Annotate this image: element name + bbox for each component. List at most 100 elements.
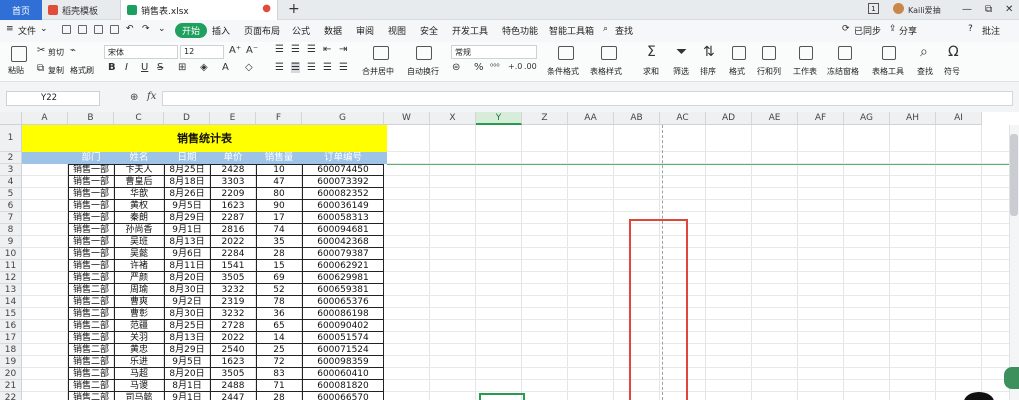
rows-columns-icon[interactable] (762, 46, 776, 60)
border-icon[interactable]: ⊞ (178, 62, 186, 73)
row-header-14[interactable]: 14 (0, 296, 22, 308)
column-header-af[interactable]: AF (798, 112, 844, 125)
format-icon[interactable] (732, 46, 746, 60)
column-header-f[interactable]: F (256, 112, 302, 125)
fill-color-icon[interactable]: ◈ (200, 62, 208, 73)
row-header-19[interactable]: 19 (0, 356, 22, 368)
spreadsheet-grid[interactable]: A B C D E F G W X Y Z AA AB AC AD AE AF AG AH AI 1 2 3 4 5 6 7 8 9 10… (0, 112, 1019, 400)
table-cell[interactable]: 销售二部 (68, 392, 114, 400)
new-tab-button[interactable]: + (288, 1, 300, 17)
indent-increase-icon[interactable]: ⇥ (339, 44, 347, 55)
merge-center-button[interactable]: 合并居中 (362, 66, 394, 77)
find-icon[interactable]: ⌕ (920, 44, 928, 60)
row-header-21[interactable]: 21 (0, 380, 22, 392)
align-bottom-icon[interactable]: ☰ (307, 44, 316, 55)
redo-icon[interactable]: ↷ (142, 24, 150, 34)
select-all-corner[interactable] (0, 112, 22, 125)
align-left-icon[interactable]: ☰ (275, 62, 284, 73)
increase-decimal-icon[interactable]: +.0 (508, 62, 522, 71)
table-cell[interactable]: 9月1日 (164, 392, 210, 400)
cut-button[interactable]: 剪切 (48, 47, 64, 58)
table-cell[interactable]: 司马懿 (114, 392, 164, 400)
hamburger-icon[interactable]: ≡ (6, 24, 14, 34)
help-button[interactable]: ? (968, 24, 973, 34)
save-icon[interactable] (62, 25, 71, 34)
paste-icon[interactable] (11, 46, 27, 62)
merge-center-icon[interactable] (373, 46, 389, 60)
find-button[interactable]: 查找 (917, 66, 933, 77)
table-tools-button[interactable]: 表格工具 (872, 66, 904, 77)
tab-view[interactable]: 视图 (388, 24, 406, 37)
tab-smart-toolbox[interactable]: 智能工具箱 (549, 24, 594, 37)
row-header-20[interactable]: 20 (0, 368, 22, 380)
name-box[interactable]: Y22 (6, 91, 100, 106)
column-header-ag[interactable]: AG (844, 112, 890, 125)
print-icon[interactable] (94, 25, 103, 34)
table-style-button[interactable]: 表格样式 (590, 66, 622, 77)
scissors-icon[interactable]: ✂ (37, 45, 45, 56)
grow-font-button[interactable]: A⁺ (229, 45, 241, 56)
scrollbar-thumb[interactable] (1010, 134, 1018, 216)
restore-button[interactable]: ⧉ (985, 2, 992, 16)
font-color-icon[interactable]: A (222, 62, 229, 73)
align-top-icon[interactable]: ☰ (275, 44, 284, 55)
export-icon[interactable] (78, 25, 87, 34)
tab-special[interactable]: 特色功能 (502, 24, 538, 37)
freeze-panes-button[interactable]: 冻结窗格 (827, 66, 859, 77)
table-tools-icon[interactable] (882, 46, 896, 60)
sort-icon[interactable]: ⇅ (703, 44, 715, 60)
print-preview-icon[interactable] (110, 25, 119, 34)
close-tab-icon[interactable]: ● (262, 3, 271, 14)
column-header-w[interactable]: W (384, 112, 430, 125)
table-cell[interactable]: 2447 (210, 392, 256, 400)
column-header-ah[interactable]: AH (890, 112, 936, 125)
brush-icon[interactable]: ⌁ (70, 45, 76, 56)
align-right-icon[interactable]: ☰ (307, 62, 316, 73)
column-header-aa[interactable]: AA (568, 112, 614, 125)
chevron-down-icon[interactable]: ⌄ (40, 24, 48, 34)
format-painter-button[interactable]: 格式刷 (70, 65, 94, 76)
sheet-title[interactable]: 销售统计表 (22, 125, 387, 152)
wrap-text-button[interactable]: 自动换行 (407, 66, 439, 77)
menu-file[interactable]: 文件 (18, 24, 36, 37)
column-header-b[interactable]: B (68, 112, 114, 125)
column-header-d[interactable]: D (164, 112, 210, 125)
conditional-format-button[interactable]: 条件格式 (547, 66, 579, 77)
column-header-c[interactable]: C (114, 112, 164, 125)
tab-page-layout[interactable]: 页面布局 (244, 24, 280, 37)
share-icon[interactable]: ⇪ (889, 24, 897, 34)
paste-button[interactable]: 粘贴 (8, 65, 24, 76)
table-cell[interactable]: 600066570 (302, 392, 384, 400)
shrink-font-button[interactable]: A⁻ (246, 45, 258, 56)
floating-assistant-button[interactable] (1004, 367, 1019, 389)
row-header-10[interactable]: 10 (0, 248, 22, 260)
tab-dev-tools[interactable]: 开发工具 (452, 24, 488, 37)
font-name-select[interactable]: 宋体 (104, 45, 178, 59)
row-header-15[interactable]: 15 (0, 308, 22, 320)
tab-review[interactable]: 审阅 (356, 24, 374, 37)
column-header-ad[interactable]: AD (706, 112, 752, 125)
conditional-format-icon[interactable] (558, 46, 574, 60)
align-middle-icon[interactable]: ☰ (291, 44, 300, 55)
distribute-icon[interactable]: ☰ (339, 62, 348, 73)
menu-search[interactable]: 查找 (615, 24, 633, 37)
table-header-cell[interactable]: 订单编号 (302, 152, 384, 164)
strikethrough-icon[interactable]: S̶ (157, 62, 163, 73)
selected-cell[interactable] (479, 393, 525, 400)
window-count-badge[interactable]: 1 (868, 3, 879, 14)
table-header-cell[interactable]: 销售量 (256, 152, 302, 164)
row-header-5[interactable]: 5 (0, 188, 22, 200)
rows-columns-button[interactable]: 行和列 (757, 66, 781, 77)
row-header-11[interactable]: 11 (0, 260, 22, 272)
column-header-a[interactable]: A (22, 112, 68, 125)
sync-status[interactable]: 已同步 (854, 24, 881, 37)
share-button[interactable]: 分享 (899, 24, 917, 37)
column-header-z[interactable]: Z (522, 112, 568, 125)
row-header-6[interactable]: 6 (0, 200, 22, 212)
table-style-icon[interactable] (601, 46, 617, 60)
user-name[interactable]: Kaili爱抽 (908, 3, 941, 17)
row-header-3[interactable]: 3 (0, 164, 22, 176)
worksheet-icon[interactable] (799, 46, 813, 60)
sum-icon[interactable]: Σ (647, 44, 656, 60)
table-header-cell[interactable]: 姓名 (114, 152, 164, 164)
